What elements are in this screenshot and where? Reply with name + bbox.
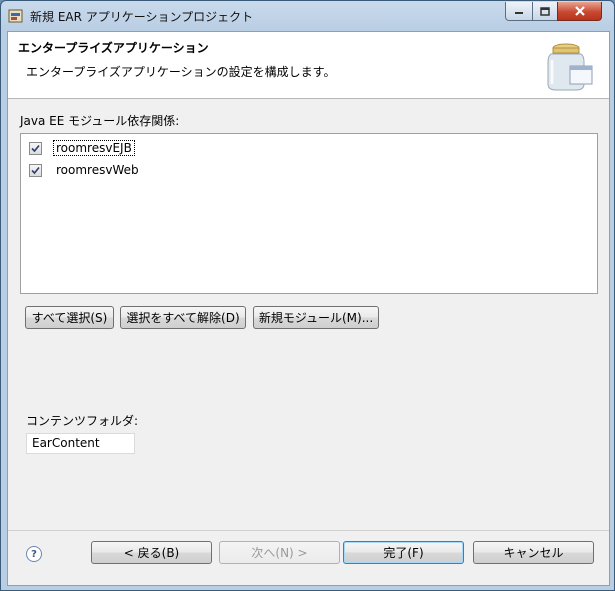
checkmark-icon (31, 166, 40, 174)
next-button[interactable]: 次へ(N) > (219, 541, 340, 564)
new-module-button[interactable]: 新規モジュール(M)... (253, 306, 379, 329)
module-item-label: roomresvWeb (56, 163, 139, 177)
content-folder-label: コンテンツフォルダ: (26, 414, 139, 428)
module-checkbox-roomresvejb[interactable] (29, 141, 42, 155)
window-title: 新規 EAR アプリケーションプロジェクト (30, 10, 254, 24)
help-icon[interactable]: ? (26, 546, 42, 562)
page-title: エンタープライズアプリケーション (18, 41, 209, 55)
maximize-icon (540, 6, 550, 16)
wizard-banner: エンタープライズアプリケーション エンタープライズアプリケーションの設定を構成し… (8, 32, 609, 99)
footer-divider (8, 530, 609, 531)
back-button[interactable]: < 戻る(B) (91, 541, 212, 564)
finish-button[interactable]: 完了(F) (343, 541, 464, 564)
deselect-all-button[interactable]: 選択をすべて解除(D) (120, 306, 246, 329)
eclipse-app-icon (8, 9, 23, 23)
module-checkbox-roomresvweb[interactable] (29, 163, 42, 177)
ear-project-jar-icon (547, 43, 593, 91)
module-dependency-list[interactable]: roomresvEJB roomresvWeb (20, 133, 598, 294)
title-bar[interactable]: 新規 EAR アプリケーションプロジェクト (1, 1, 614, 31)
minimize-button[interactable] (505, 2, 533, 21)
close-button[interactable] (557, 2, 602, 21)
module-item-label: roomresvEJB (53, 140, 135, 156)
module-dependencies-label: Java EE モジュール依存関係: (20, 114, 180, 128)
dialog-client-area: エンタープライズアプリケーション エンタープライズアプリケーションの設定を構成し… (7, 31, 610, 586)
page-description: エンタープライズアプリケーションの設定を構成します。 (26, 65, 336, 79)
close-icon (574, 6, 585, 16)
list-item[interactable]: roomresvWeb (29, 161, 141, 179)
checkmark-icon (31, 144, 40, 152)
content-folder-input[interactable]: EarContent (26, 433, 135, 454)
list-item[interactable]: roomresvEJB (29, 139, 135, 157)
select-all-button[interactable]: すべて選択(S) (25, 306, 114, 329)
maximize-button[interactable] (532, 2, 558, 21)
dialog-window: 新規 EAR アプリケーションプロジェクト エンタープライズアプリケーション エ… (0, 0, 615, 591)
cancel-button[interactable]: キャンセル (473, 541, 594, 564)
minimize-icon (515, 12, 523, 14)
